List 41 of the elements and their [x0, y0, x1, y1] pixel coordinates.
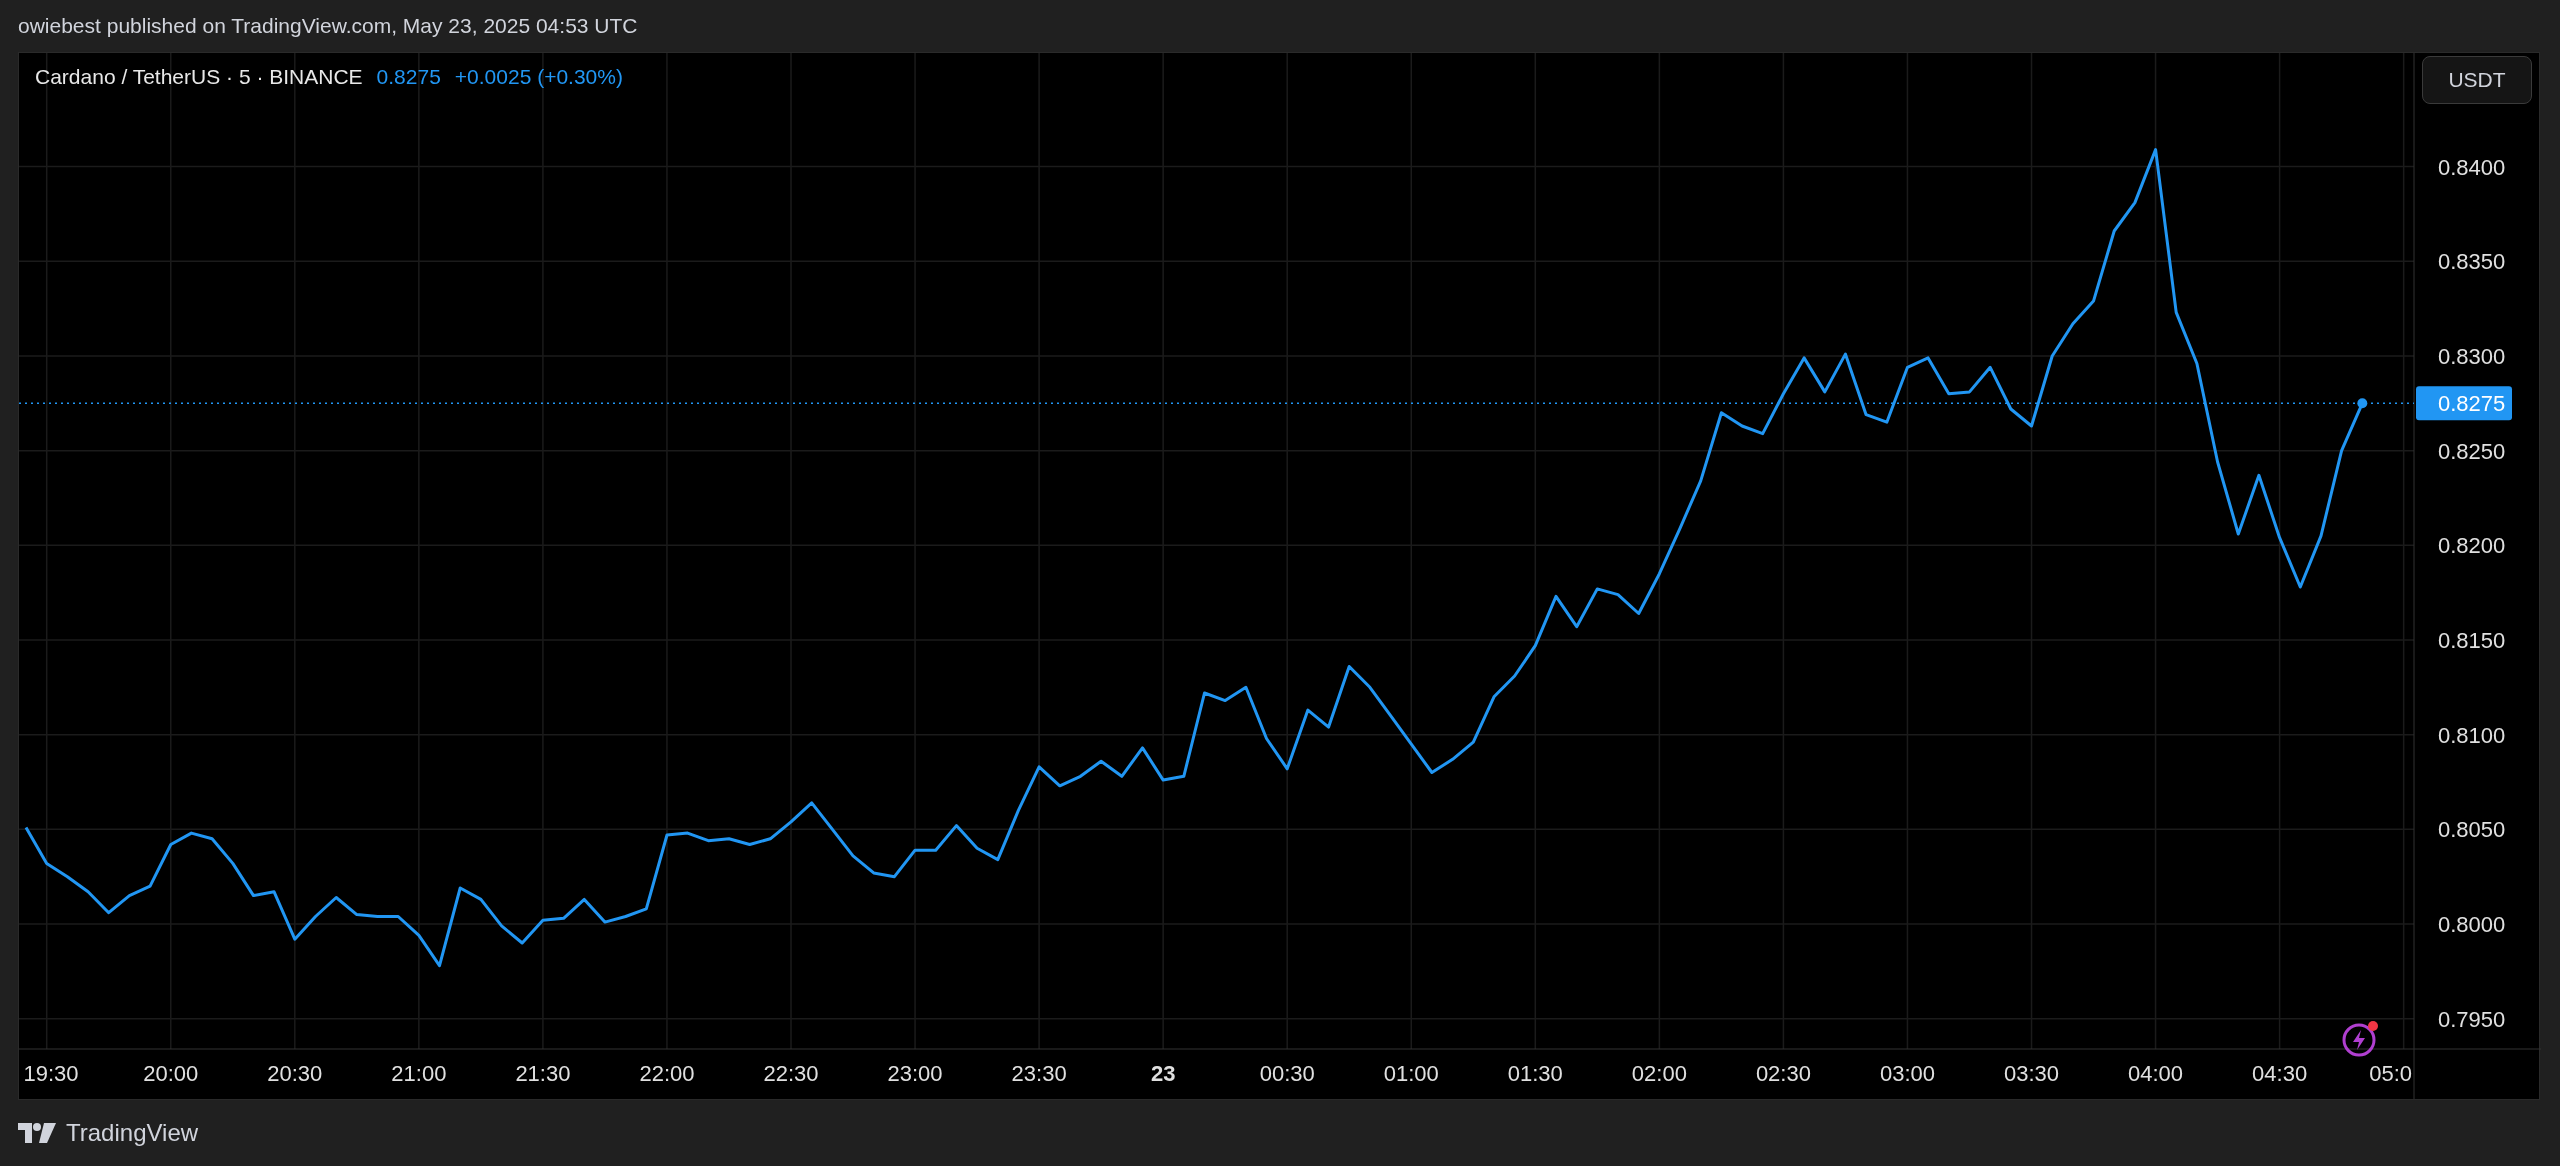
- current-price-tag: 0.8275: [2416, 386, 2512, 421]
- price-change: +0.0025 (+0.30%): [454, 65, 623, 89]
- time-label: 19:30: [23, 1061, 79, 1086]
- time-label: 20:00: [143, 1061, 199, 1086]
- time-label: 00:30: [1259, 1061, 1315, 1086]
- brand-name: TradingView: [66, 1119, 199, 1147]
- price-label: 0.8000: [2438, 912, 2506, 938]
- time-label: 02:00: [1631, 1061, 1687, 1086]
- price-label: 0.8150: [2438, 628, 2506, 653]
- time-label: 03:30: [2004, 1061, 2060, 1086]
- price-label: 0.8050: [2438, 817, 2506, 843]
- time-label: 04:00: [2128, 1061, 2184, 1086]
- time-label: 21:30: [515, 1061, 571, 1086]
- price-label: 0.8100: [2438, 722, 2506, 748]
- price-label: 0.7950: [2438, 1006, 2506, 1032]
- time-label: 03:00: [1879, 1061, 1935, 1086]
- price-label: 0.8400: [2438, 154, 2506, 180]
- time-label: 22:30: [763, 1061, 819, 1086]
- time-label: 04:30: [2252, 1061, 2308, 1086]
- time-label: 20:30: [267, 1061, 323, 1086]
- currency-button[interactable]: USDT: [2422, 56, 2532, 104]
- price-label: 0.8250: [2438, 438, 2506, 464]
- time-label: 23:30: [1011, 1061, 1067, 1086]
- time-label: 23: [1150, 1061, 1176, 1086]
- last-price: 0.8275: [376, 65, 441, 89]
- ref-line-label: 0.8275: [2438, 391, 2506, 417]
- time-label: 21:00: [391, 1061, 447, 1086]
- time-label: 01:00: [1383, 1061, 1439, 1086]
- time-label: 23:00: [887, 1061, 943, 1086]
- price-label: 0.8200: [2438, 533, 2506, 559]
- price-label: 0.8350: [2438, 249, 2506, 275]
- time-label: 22:00: [639, 1061, 695, 1086]
- lightning-icon[interactable]: [2340, 1019, 2380, 1059]
- time-label: 05:0: [2369, 1061, 2412, 1086]
- logo-icon: [18, 1123, 56, 1143]
- last-price-dot: [2357, 398, 2368, 409]
- time-label: 02:30: [1755, 1061, 1811, 1086]
- symbol-title: Cardano / TetherUS · 5 · BINANCE: [35, 65, 363, 89]
- publish-info: owiebest published on TradingView.com, May 23, 2025 04:53 UTC: [18, 14, 638, 38]
- time-label: 01:30: [1507, 1061, 1563, 1086]
- price-label: 0.8300: [2438, 343, 2506, 369]
